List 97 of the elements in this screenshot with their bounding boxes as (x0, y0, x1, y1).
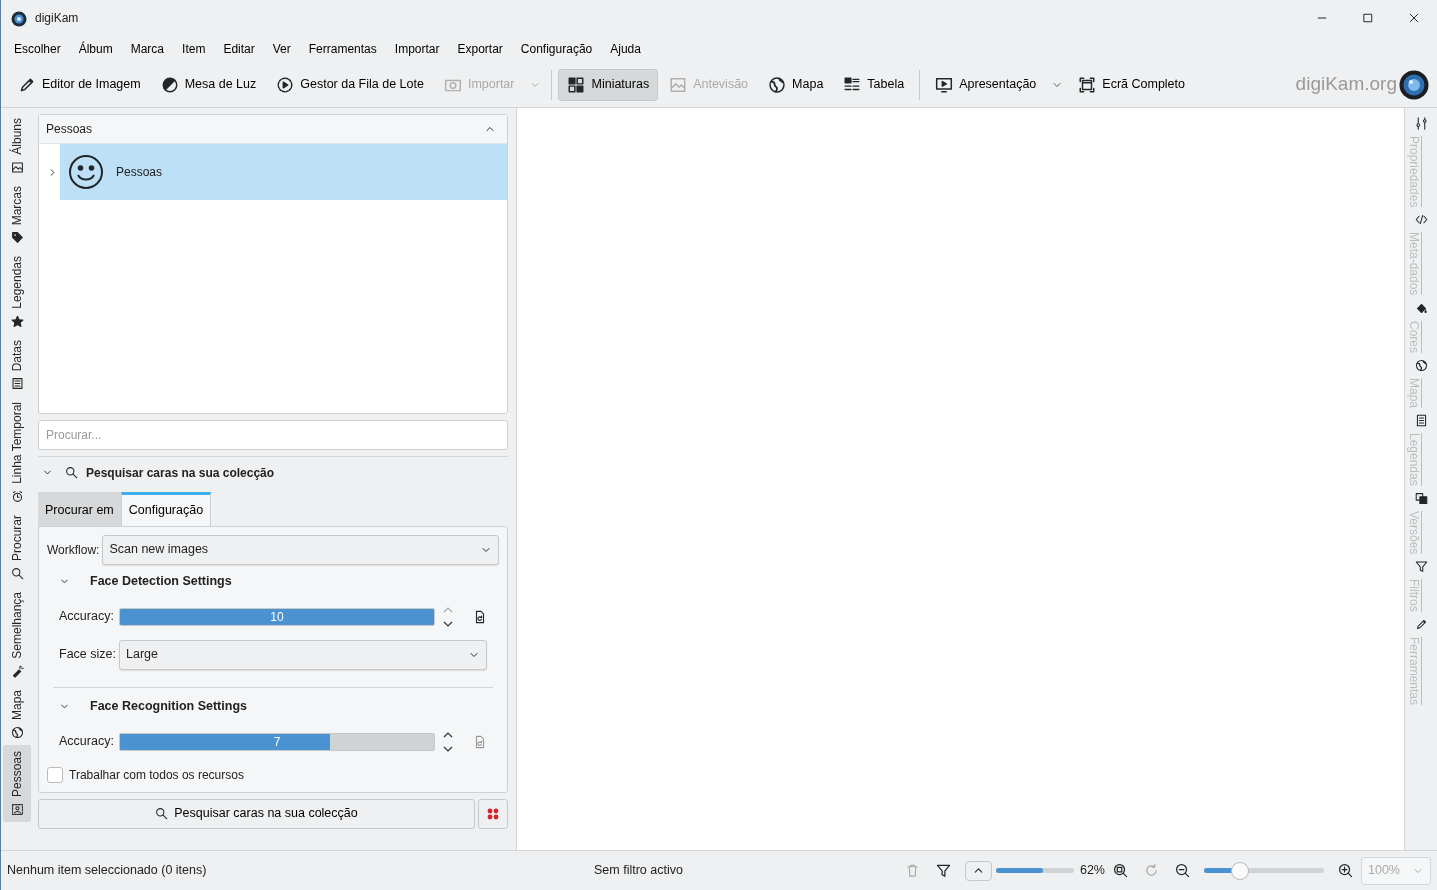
section-title: Pesquisar caras na sua colecção (86, 464, 275, 482)
refresh-icon (1144, 863, 1159, 878)
status-text: Sem filtro activo (594, 862, 683, 880)
search-button[interactable]: Pesquisar caras na sua colecção (38, 798, 475, 829)
close-icon (1408, 12, 1420, 24)
pencil-icon (1414, 617, 1428, 631)
toolbar-button[interactable]: Gestor da Fila de Lote (267, 68, 433, 101)
sidebar-tab[interactable]: Pessoas (3, 744, 31, 822)
half-circle-icon (160, 75, 179, 94)
menu-item[interactable]: Marca (121, 38, 174, 60)
sidebar-tab[interactable]: Mapa (3, 683, 31, 745)
zoom-percent: 62% (1079, 862, 1105, 880)
menu-item[interactable]: Álbum (69, 38, 122, 60)
zoom-in-icon (1338, 863, 1353, 878)
reset-icon (473, 609, 487, 624)
tab[interactable]: Configuração (120, 492, 212, 526)
code-icon (1414, 213, 1428, 227)
globe-icon (1414, 358, 1428, 372)
checkbox-label: Trabalhar com todos os recursos (69, 766, 244, 784)
section-title: Face Recognition Settings (90, 698, 247, 716)
zoom-slider[interactable] (1204, 861, 1324, 880)
toolbar-button[interactable]: Miniaturas (558, 68, 659, 101)
status-text: Nenhum item seleccionado (0 itens) (7, 862, 208, 880)
search-field[interactable]: Procurar... (38, 420, 508, 450)
toolbar-button[interactable]: Ecrã Completo (1069, 68, 1194, 101)
menu-item[interactable]: Ajuda (601, 38, 650, 60)
tab[interactable]: Procurar em (38, 492, 121, 526)
star-icon (10, 314, 24, 328)
search-icon (65, 466, 78, 479)
sidebar-tab[interactable]: Álbuns (3, 112, 31, 180)
globe-icon (10, 725, 24, 739)
trash-icon (904, 863, 920, 878)
filter-icon (935, 863, 951, 878)
tag-icon (10, 231, 24, 245)
smiley-icon (68, 154, 104, 190)
face-frame-icon (10, 802, 24, 816)
menu-item[interactable]: Configuração (511, 38, 602, 60)
versions-icon (1414, 491, 1428, 505)
sidebar-tab[interactable]: Marcas (3, 179, 31, 251)
wand-icon (10, 664, 24, 678)
toolbar-button[interactable]: Mesa de Luz (151, 68, 266, 101)
menu-item[interactable]: Exportar (448, 38, 512, 60)
sidebar-tab[interactable]: Legendas (3, 250, 31, 334)
lens-logo (1399, 69, 1429, 100)
play-gear-icon (276, 75, 295, 94)
reset-icon (473, 734, 487, 749)
menu-item[interactable]: Editar (214, 38, 264, 60)
reset-button[interactable] (473, 609, 487, 624)
expand-button[interactable] (964, 860, 992, 881)
image-icon (10, 160, 24, 174)
zoom-fit-icon (1113, 863, 1128, 878)
field-label: Face size: (59, 646, 113, 664)
tree-item[interactable]: Pessoas (60, 144, 507, 200)
menu-item[interactable]: Escolher (5, 38, 70, 60)
clock-icon (10, 489, 24, 503)
calendar-icon (10, 377, 24, 391)
menu-item[interactable]: Importar (385, 38, 449, 60)
search-icon (10, 567, 24, 580)
spin-button[interactable] (441, 730, 455, 753)
paint-bucket-icon (1414, 301, 1428, 315)
toolbar-button[interactable]: Editor de Imagem (9, 68, 150, 101)
grid-icon (567, 75, 586, 94)
filter-icon (1414, 559, 1428, 573)
sliders-icon (1414, 117, 1428, 130)
menu-item[interactable]: Ver (263, 38, 300, 60)
menu-item[interactable]: Item (173, 38, 215, 60)
field-label: Accuracy: (59, 608, 113, 626)
menu-item[interactable]: Ferramentas (299, 38, 386, 60)
logo-text: digiKam.org (1295, 72, 1397, 97)
fullscreen-icon (1078, 75, 1097, 94)
dots-icon (486, 806, 500, 821)
toolbar-button[interactable]: Apresentação (926, 68, 1046, 101)
toolbar-button[interactable]: Mapa (759, 68, 833, 101)
document-icon (1414, 413, 1428, 427)
window-title: digiKam (35, 10, 79, 27)
toolbar-button[interactable]: Tabela (834, 68, 914, 101)
search-icon (155, 807, 169, 821)
spin-button[interactable] (441, 605, 455, 628)
sidebar-tab[interactable]: Semelhança (3, 586, 31, 684)
sidebar-tab[interactable]: Procurar (3, 508, 31, 586)
app-icon (11, 10, 27, 27)
image-icon (669, 75, 688, 94)
options-button[interactable] (478, 798, 508, 829)
checkbox[interactable] (47, 766, 63, 783)
maximize-icon (1362, 12, 1374, 24)
presentation-icon (935, 75, 954, 94)
dropdown[interactable]: Scan new images (102, 534, 499, 565)
dropdown[interactable]: Large (119, 639, 487, 670)
section-title: Face Detection Settings (90, 573, 232, 591)
field-label: Accuracy: (59, 733, 113, 751)
slider-thumb[interactable] (1231, 861, 1249, 880)
sidebar-tab[interactable]: Linha Temporal (3, 396, 31, 509)
panel-title: Pessoas (46, 121, 93, 138)
field-label: Workflow: (47, 541, 100, 559)
sidebar-tab[interactable]: Datas (3, 333, 31, 397)
globe-icon (768, 75, 787, 94)
zoom-out-icon (1175, 863, 1190, 878)
